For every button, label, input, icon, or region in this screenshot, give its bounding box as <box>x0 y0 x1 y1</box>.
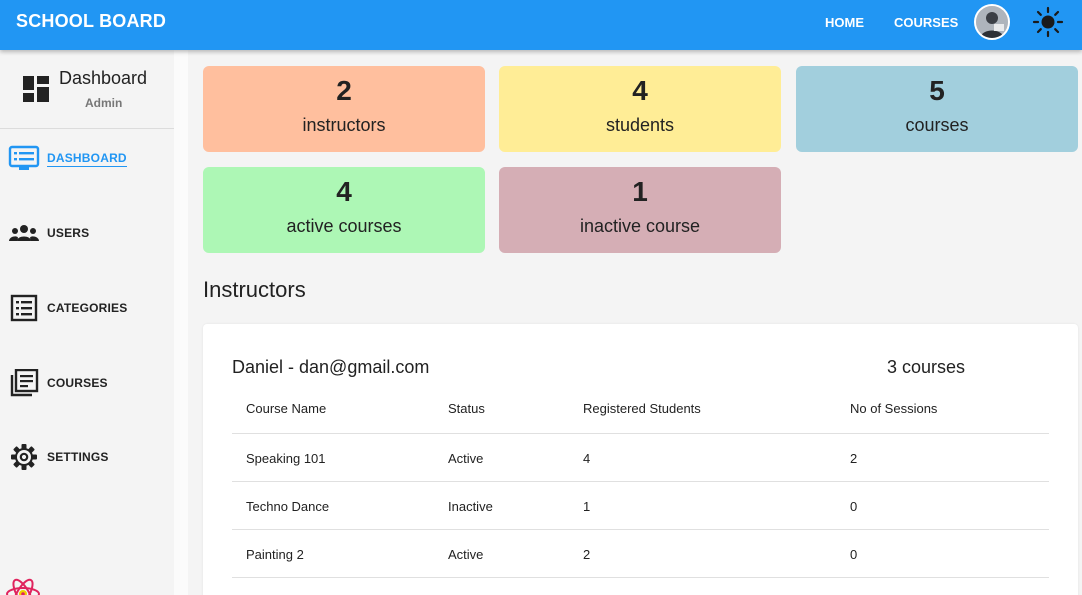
stat-value: 2 <box>336 75 352 106</box>
stat-label: inactive course <box>579 216 701 236</box>
sessions-cell: 2 <box>850 451 858 466</box>
gear-icon <box>11 444 37 470</box>
sidebar-item-label: SETTINGS <box>47 450 109 464</box>
column-header[interactable]: Registered Students <box>583 401 701 416</box>
registered-students-cell: 2 <box>583 547 591 562</box>
instructor-name-email: Daniel - dan@gmail.com <box>232 357 430 377</box>
user-avatar[interactable] <box>974 4 1010 40</box>
instructor-course-count: 3 courses <box>887 357 966 377</box>
column-header[interactable]: Status <box>448 401 485 416</box>
sidebar-item-users[interactable]: USERS <box>0 213 174 253</box>
stat-card-students[interactable]: 4 students <box>499 66 781 152</box>
sidebar-item-settings[interactable]: SETTINGS <box>0 437 174 477</box>
sidebar-gutter <box>174 50 188 595</box>
stat-card-active-courses[interactable]: 4 active courses <box>203 167 485 253</box>
status-cell: Inactive <box>448 499 493 514</box>
sidebar-item-label: COURSES <box>47 376 108 390</box>
stat-label: instructors <box>302 115 386 135</box>
stat-value: 1 <box>632 176 648 207</box>
stat-label: active courses <box>286 216 402 236</box>
stat-card-instructors[interactable]: 2 instructors <box>203 66 485 152</box>
user-role: Admin <box>85 96 123 110</box>
column-header[interactable]: Course Name <box>246 401 326 416</box>
sessions-cell: 0 <box>850 499 858 514</box>
react-logo-icon <box>4 570 42 595</box>
stat-value: 4 <box>632 75 648 106</box>
sidebar-item-label: CATEGORIES <box>47 301 128 315</box>
course-name-cell: Techno Dance <box>246 499 330 514</box>
sidebar-item-dashboard[interactable]: DASHBOARD <box>0 138 174 178</box>
stat-label: students <box>605 115 675 135</box>
course-name-cell: Speaking 101 <box>246 451 326 466</box>
stat-card-inactive-course[interactable]: 1 inactive course <box>499 167 781 253</box>
course-name-cell: Painting 2 <box>246 547 304 562</box>
nav-courses-link[interactable]: COURSES <box>894 15 958 30</box>
sidebar-item-label: USERS <box>47 226 90 240</box>
registered-students-cell: 1 <box>583 499 591 514</box>
sidebar-item-courses[interactable]: COURSES <box>0 363 174 403</box>
stat-value: 5 <box>929 75 945 106</box>
sessions-cell: 0 <box>850 547 858 562</box>
status-cell: Active <box>448 547 484 562</box>
app-bar: SCHOOL BOARD HOME COURSES <box>0 0 1082 50</box>
sidebar-title: Dashboard <box>59 68 148 88</box>
stat-card-courses[interactable]: 5 courses <box>796 66 1078 152</box>
dashboard-list-icon <box>8 145 40 170</box>
table-row[interactable]: Techno Dance Inactive 1 0 <box>232 482 1049 530</box>
stat-value: 4 <box>336 176 352 207</box>
sidebar: Dashboard Admin DASHBOARD USERS CATEGORI… <box>0 50 174 595</box>
status-cell: Active <box>448 451 484 466</box>
table-row[interactable]: Speaking 101 Active 4 2 <box>232 434 1049 482</box>
instructors-section-title: Instructors <box>203 277 306 302</box>
nav-home-link[interactable]: HOME <box>825 15 864 30</box>
table-row[interactable]: Painting 2 Active 2 0 <box>232 530 1049 578</box>
categories-icon <box>10 294 38 322</box>
brand-title[interactable]: SCHOOL BOARD <box>16 11 166 32</box>
sidebar-item-categories[interactable]: CATEGORIES <box>0 288 174 328</box>
theme-toggle-sun-icon[interactable] <box>1032 6 1064 38</box>
dashboard-icon <box>23 76 49 102</box>
courses-icon <box>10 369 39 397</box>
stat-label: courses <box>905 115 969 135</box>
instructor-panel: Daniel - dan@gmail.com 3 courses Course … <box>203 324 1078 595</box>
registered-students-cell: 4 <box>583 451 591 466</box>
users-icon <box>9 225 39 241</box>
table-header-row: Course Name Status Registered Students N… <box>232 384 1049 434</box>
sidebar-header: Dashboard Admin <box>0 50 174 129</box>
sidebar-item-label: DASHBOARD <box>47 151 127 167</box>
column-header[interactable]: No of Sessions <box>850 401 937 416</box>
courses-table: Course Name Status Registered Students N… <box>232 384 1049 578</box>
